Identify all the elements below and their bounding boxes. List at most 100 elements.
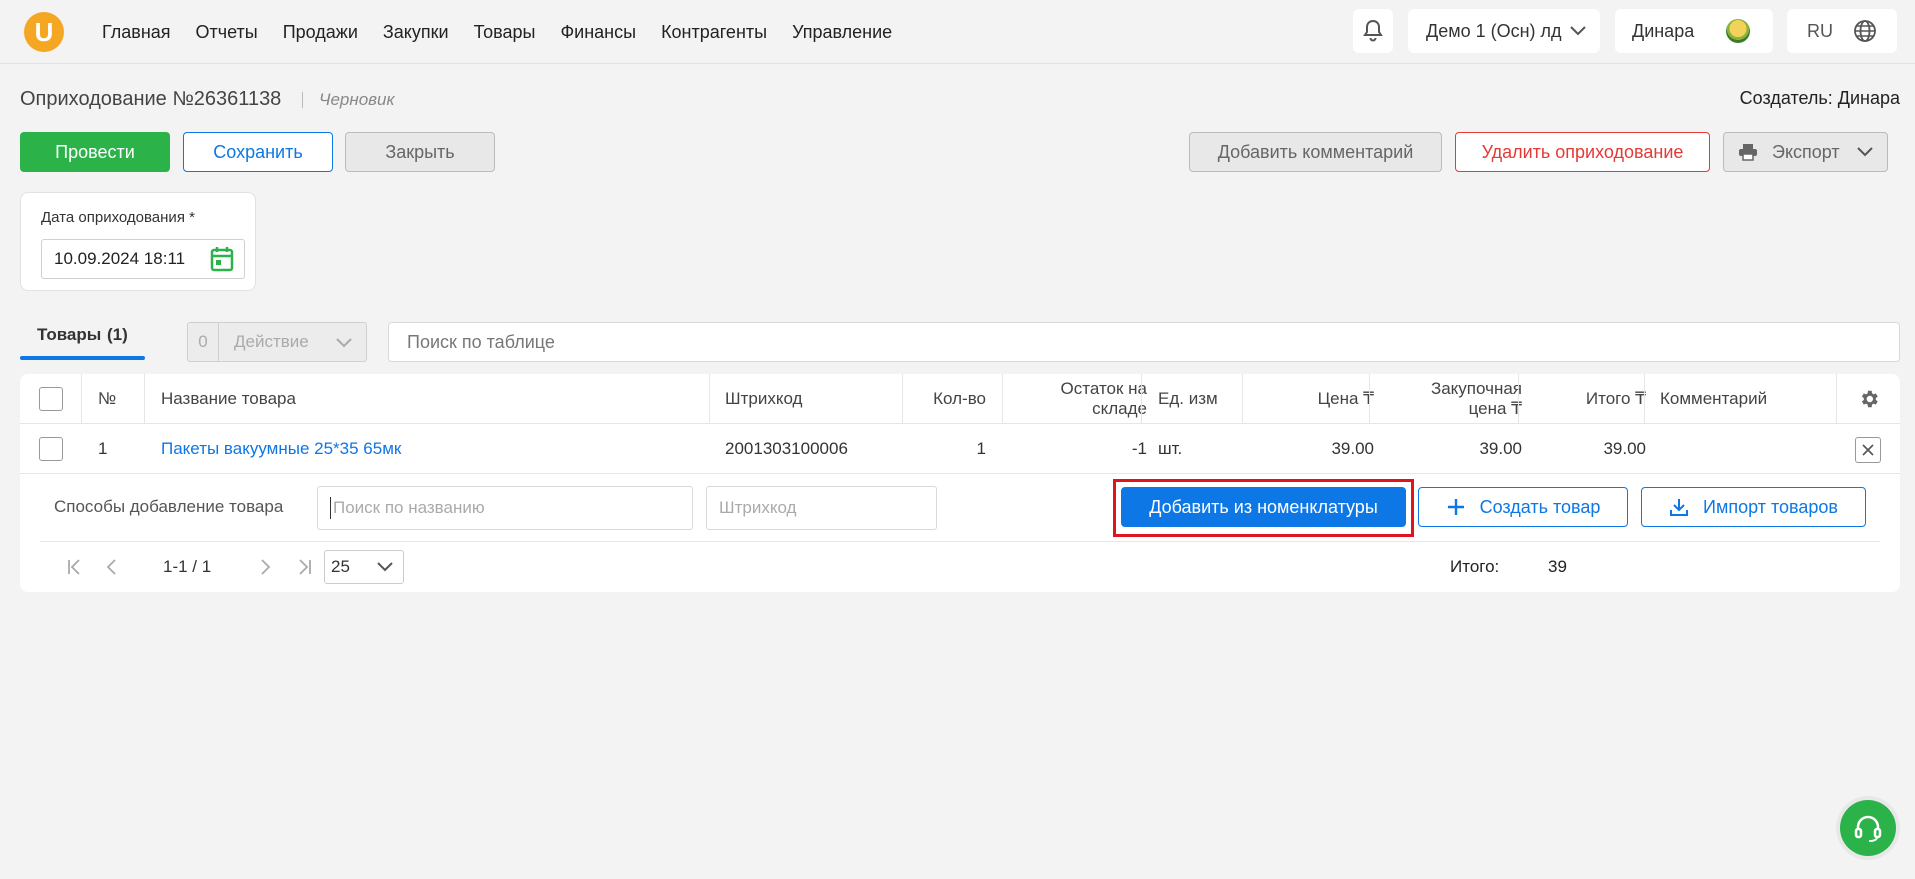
plus-icon	[1447, 499, 1464, 515]
add-goods-label: Способы добавление товара	[54, 497, 284, 516]
nav-item-contractors[interactable]: Контрагенты	[661, 22, 767, 43]
row-qty[interactable]: 1	[977, 424, 986, 474]
col-header-qty[interactable]: Кол-во	[933, 374, 986, 424]
add-comment-button[interactable]: Добавить комментарий	[1189, 132, 1442, 172]
title-divider	[302, 92, 303, 108]
app-logo[interactable]: U	[24, 12, 64, 52]
printer-icon	[1739, 144, 1757, 161]
page-size-select[interactable]: 25	[324, 550, 404, 584]
user-menu[interactable]: Динара	[1615, 9, 1773, 53]
goods-table-card: № Название товара Штрихкод Кол-во Остато…	[20, 374, 1900, 592]
globe-icon	[1854, 20, 1876, 42]
row-checkbox[interactable]	[39, 437, 63, 461]
barcode-input[interactable]: Штрихкод	[706, 486, 937, 530]
row-purchase[interactable]: 39.00	[1479, 424, 1522, 474]
col-divider	[902, 374, 903, 424]
close-button[interactable]: Закрыть	[345, 132, 495, 172]
col-header-total[interactable]: Итого ₸	[1586, 374, 1646, 424]
nav-item-purchases[interactable]: Закупки	[383, 22, 449, 43]
col-divider	[709, 374, 710, 424]
conduct-button[interactable]: Провести	[20, 132, 170, 172]
col-header-barcode[interactable]: Штрихкод	[725, 374, 802, 424]
add-from-catalog-button[interactable]: Добавить из номенклатуры	[1121, 487, 1406, 527]
company-select[interactable]: Демо 1 (Осн) лд	[1408, 9, 1600, 53]
col-divider	[1836, 374, 1837, 424]
prev-page-icon[interactable]	[105, 559, 117, 575]
create-goods-button[interactable]: Создать товар	[1418, 487, 1628, 527]
support-chat-inner	[1840, 800, 1896, 856]
avatar	[1726, 19, 1750, 43]
create-goods-label: Создать товар	[1479, 496, 1601, 517]
main-nav: Главная Отчеты Продажи Закупки Товары Фи…	[102, 0, 917, 64]
row-name-link[interactable]: Пакеты вакуумные 25*35 65мк	[161, 424, 401, 474]
row-remove-button[interactable]	[1855, 437, 1881, 463]
import-goods-button[interactable]: Импорт товаров	[1641, 487, 1866, 527]
text-cursor	[330, 497, 331, 519]
chevron-down-icon	[377, 562, 393, 572]
export-label: Экспорт	[1772, 141, 1840, 162]
col-header-name[interactable]: Название товара	[161, 374, 296, 424]
last-page-icon[interactable]	[294, 559, 312, 575]
table-search-input[interactable]: Поиск по таблице	[388, 322, 1900, 362]
save-button[interactable]: Сохранить	[183, 132, 333, 172]
creator-label: Создатель: Динара	[1739, 88, 1900, 108]
language-select[interactable]: RU	[1787, 9, 1897, 53]
delete-button[interactable]: Удалить оприходование	[1455, 132, 1710, 172]
company-select-value: Демо 1 (Осн) лд	[1426, 20, 1562, 41]
col-divider	[1002, 374, 1003, 424]
table-row: 1 Пакеты вакуумные 25*35 65мк 2001303100…	[20, 424, 1900, 474]
next-page-icon[interactable]	[260, 559, 272, 575]
col-header-purchase[interactable]: Закупочная цена ₸	[1431, 374, 1522, 424]
selected-count: 0	[188, 323, 219, 361]
col-header-unit[interactable]: Ед. изм	[1158, 374, 1218, 424]
nav-item-goods[interactable]: Товары	[474, 22, 536, 43]
col-divider	[1644, 374, 1645, 424]
select-all-checkbox[interactable]	[39, 387, 63, 411]
nav-item-reports[interactable]: Отчеты	[196, 22, 258, 43]
col-header-stock-line1: Остаток на	[1060, 379, 1147, 398]
support-chat-button[interactable]	[1836, 796, 1900, 860]
tab-goods[interactable]: Товары (1)	[20, 322, 145, 362]
chevron-down-icon	[1570, 26, 1586, 36]
notifications-button[interactable]	[1353, 9, 1393, 53]
col-header-stock[interactable]: Остаток на складе	[1061, 374, 1147, 424]
bell-icon	[1363, 19, 1383, 42]
date-input[interactable]: 10.09.2024 18:11	[41, 239, 245, 279]
col-divider	[81, 374, 82, 424]
import-goods-label: Импорт товаров	[1703, 496, 1838, 517]
top-bar: U Главная Отчеты Продажи Закупки Товары …	[0, 0, 1915, 64]
gear-icon[interactable]	[1858, 388, 1880, 410]
chevron-down-icon	[1857, 147, 1873, 157]
col-header-purchase-line1: Закупочная	[1430, 379, 1522, 398]
chevron-down-icon	[336, 338, 352, 348]
download-icon	[1670, 499, 1689, 516]
row-stock: -1	[1131, 439, 1147, 458]
row-num: 1	[98, 439, 108, 458]
col-divider	[1518, 374, 1519, 424]
nav-item-home[interactable]: Главная	[102, 22, 171, 43]
nav-item-sales[interactable]: Продажи	[283, 22, 358, 43]
row-price[interactable]: 39.00	[1331, 424, 1374, 474]
export-button[interactable]: Экспорт	[1723, 132, 1888, 172]
row-barcode: 2001303100006	[725, 439, 848, 458]
col-header-stock-line2: складе	[1092, 399, 1147, 418]
col-divider	[1141, 374, 1142, 424]
barcode-placeholder: Штрихкод	[719, 498, 797, 517]
name-search-input[interactable]: Поиск по названию	[317, 486, 693, 530]
page-size-value: 25	[331, 557, 350, 576]
col-header-num: №	[98, 389, 117, 408]
calendar-icon[interactable]	[210, 246, 234, 272]
col-divider	[1242, 374, 1243, 424]
row-unit: шт.	[1158, 439, 1183, 458]
col-header-price[interactable]: Цена ₸	[1318, 374, 1374, 424]
nav-item-finance[interactable]: Финансы	[560, 22, 636, 43]
language-value: RU	[1807, 20, 1833, 41]
first-page-icon[interactable]	[67, 559, 85, 575]
total-value: 39	[1548, 557, 1567, 576]
col-header-comment: Комментарий	[1660, 389, 1768, 408]
date-card: Дата оприходования * 10.09.2024 18:11	[20, 192, 256, 291]
nav-item-management[interactable]: Управление	[792, 22, 892, 43]
total-label: Итого:	[1450, 557, 1500, 576]
tab-goods-label: Товары	[37, 325, 102, 344]
action-dropdown[interactable]: 0 Действие	[187, 322, 367, 362]
